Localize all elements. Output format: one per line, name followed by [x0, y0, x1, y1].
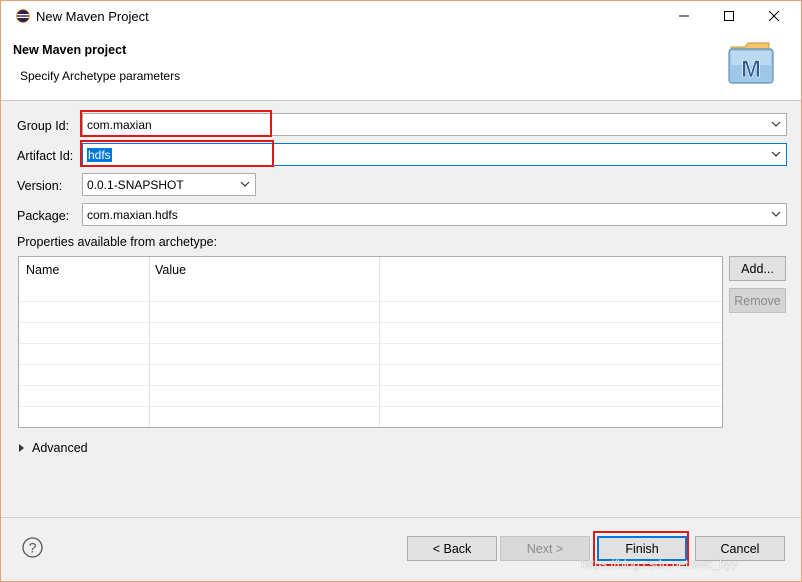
version-label: Version: — [17, 179, 63, 193]
close-icon — [769, 11, 779, 21]
wizard-header: New Maven project Specify Archetype para… — [1, 31, 801, 101]
highlight-box-group-id — [80, 110, 272, 137]
maximize-button[interactable] — [706, 1, 752, 31]
maven-logo-letter: M — [741, 56, 761, 83]
column-header-name[interactable]: Name — [26, 263, 59, 277]
help-icon[interactable]: ? — [22, 537, 43, 558]
minimize-button[interactable] — [661, 1, 707, 31]
table-row — [19, 301, 722, 302]
table-row — [19, 406, 722, 407]
artifact-id-label: Artifact Id: — [17, 149, 74, 163]
expand-triangle-icon — [19, 444, 24, 452]
chevron-down-icon[interactable] — [239, 178, 251, 190]
table-row — [19, 364, 722, 365]
table-row — [19, 385, 722, 386]
close-button[interactable] — [751, 1, 797, 31]
advanced-section-toggle[interactable]: Advanced — [19, 441, 88, 455]
watermark-text: https://blog.csdn.net/swc_byy — [581, 557, 738, 571]
title-bar: New Maven Project — [1, 1, 801, 31]
column-header-value[interactable]: Value — [155, 263, 186, 277]
table-row — [19, 322, 722, 323]
help-glyph: ? — [29, 540, 37, 556]
properties-table[interactable]: Name Value — [18, 256, 723, 428]
properties-label: Properties available from archetype: — [17, 235, 218, 249]
page-subtitle: Specify Archetype parameters — [20, 69, 181, 83]
remove-button[interactable]: Remove — [729, 288, 786, 313]
footer-divider — [1, 517, 801, 518]
maven-logo-icon: M — [728, 42, 774, 84]
back-button[interactable]: < Back — [407, 536, 497, 561]
chevron-down-icon[interactable] — [770, 208, 782, 220]
maximize-icon — [724, 11, 734, 21]
page-title: New Maven project — [13, 43, 127, 57]
advanced-label: Advanced — [32, 441, 88, 455]
version-select[interactable]: 0.0.1-SNAPSHOT — [82, 173, 256, 196]
highlight-box-artifact-id — [80, 140, 274, 167]
chevron-down-icon[interactable] — [770, 148, 782, 160]
chevron-down-icon[interactable] — [770, 118, 782, 130]
package-combo[interactable]: com.maxian.hdfs — [82, 203, 787, 226]
add-button[interactable]: Add... — [729, 256, 786, 281]
version-value: 0.0.1-SNAPSHOT — [87, 178, 184, 192]
next-button[interactable]: Next > — [500, 536, 590, 561]
new-maven-project-dialog: New Maven Project New Maven project Spec… — [0, 0, 802, 582]
window-title: New Maven Project — [36, 9, 149, 24]
eclipse-icon — [16, 9, 30, 23]
package-value: com.maxian.hdfs — [87, 208, 178, 222]
table-row — [19, 343, 722, 344]
group-id-label: Group Id: — [17, 119, 70, 133]
package-label: Package: — [17, 209, 70, 223]
minimize-icon — [679, 15, 689, 17]
